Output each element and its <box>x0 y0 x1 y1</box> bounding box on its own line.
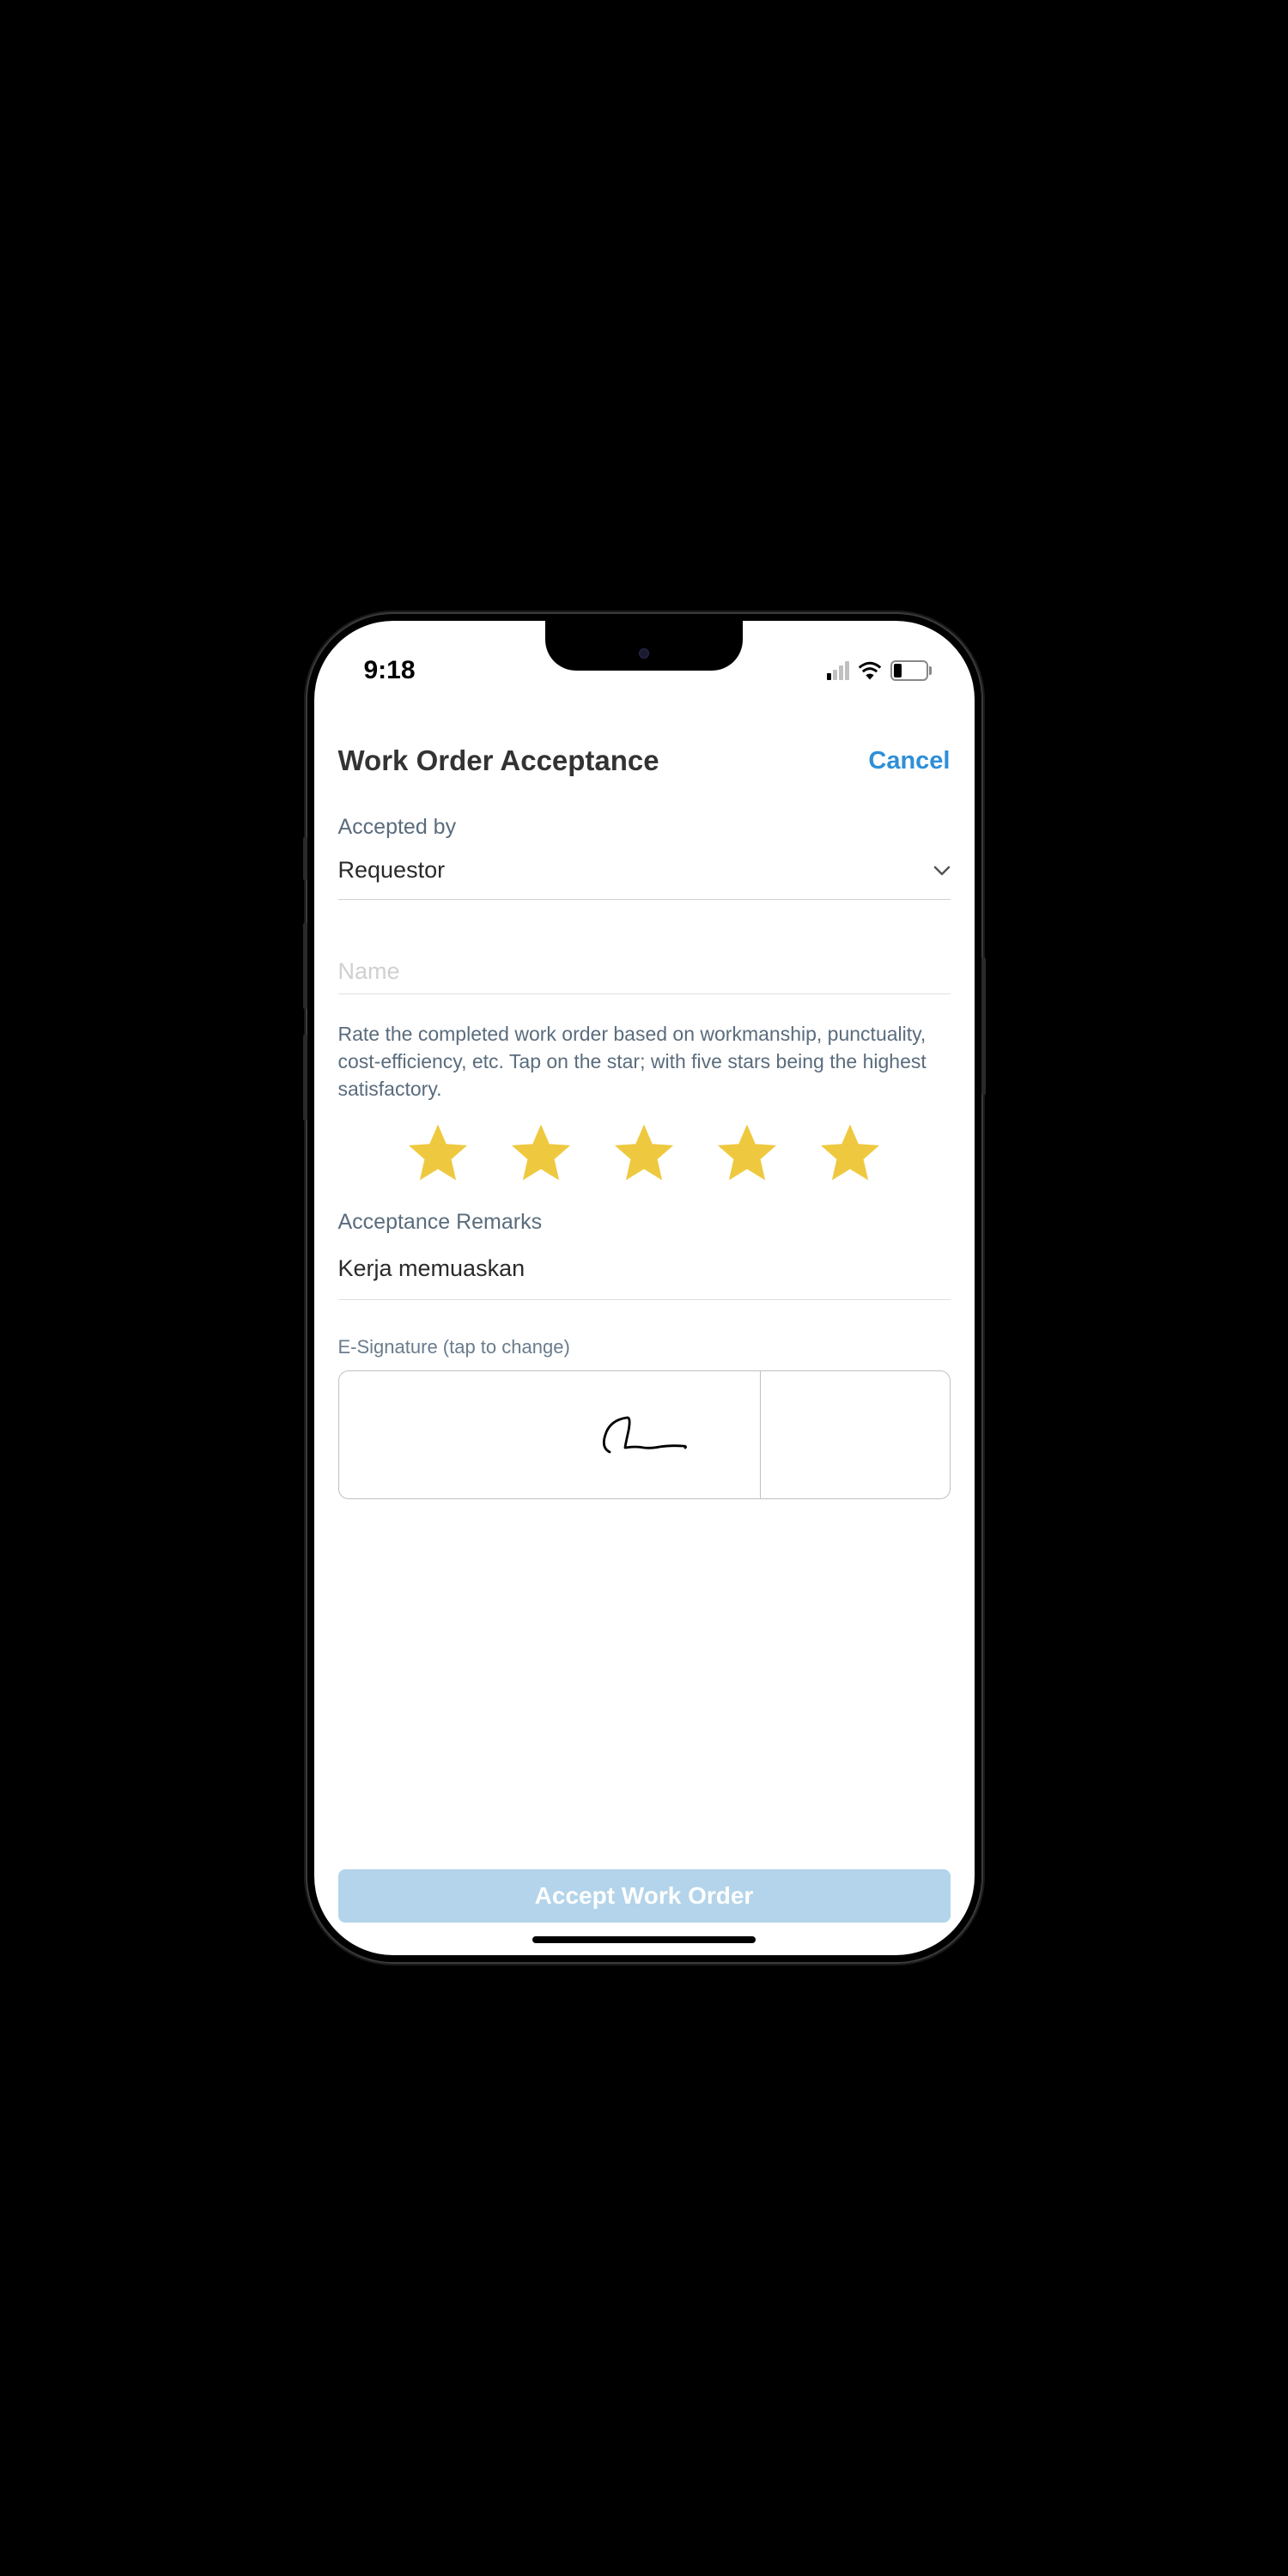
signature-drawing <box>584 1405 704 1465</box>
signature-box[interactable] <box>338 1370 951 1499</box>
chevron-down-icon <box>933 866 951 876</box>
wifi-icon <box>858 661 882 680</box>
signature-label: E-Signature (tap to change) <box>338 1336 951 1358</box>
remarks-label: Acceptance Remarks <box>338 1210 951 1235</box>
name-input[interactable] <box>338 900 951 994</box>
star-3[interactable] <box>611 1119 677 1186</box>
status-time: 9:18 <box>364 656 416 685</box>
accepted-by-dropdown[interactable]: Requestor <box>338 850 951 900</box>
home-indicator[interactable] <box>532 1936 756 1943</box>
remarks-input[interactable]: Kerja memuaskan <box>338 1245 951 1300</box>
accept-work-order-button[interactable]: Accept Work Order <box>338 1869 951 1923</box>
star-rating[interactable] <box>338 1119 951 1186</box>
star-4[interactable] <box>714 1119 781 1186</box>
accepted-by-value: Requestor <box>338 857 446 884</box>
accepted-by-label: Accepted by <box>338 815 951 840</box>
star-5[interactable] <box>817 1119 884 1186</box>
rating-instructions: Rate the completed work order based on w… <box>338 1020 951 1103</box>
cellular-signal-icon <box>827 661 849 680</box>
page-title: Work Order Acceptance <box>338 744 659 777</box>
star-1[interactable] <box>404 1119 471 1186</box>
star-2[interactable] <box>507 1119 574 1186</box>
cancel-button[interactable]: Cancel <box>868 747 950 775</box>
battery-icon: 23 <box>890 660 932 681</box>
